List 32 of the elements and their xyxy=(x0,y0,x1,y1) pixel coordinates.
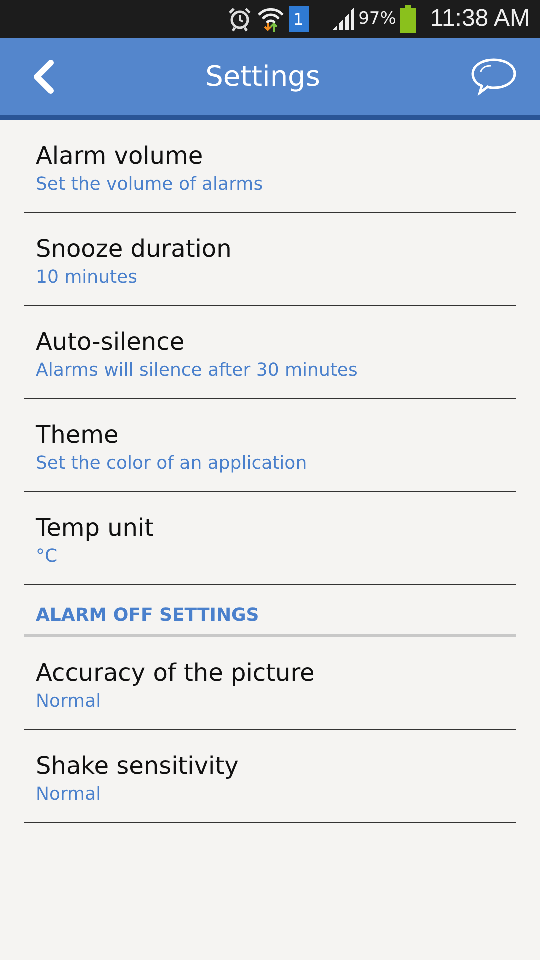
section-header: ALARM OFF SETTINGS xyxy=(36,605,260,626)
alarm-clock-icon xyxy=(226,6,253,32)
clock-time: 11:38 AM xyxy=(430,5,530,33)
sim-badge: 1 xyxy=(288,6,309,32)
settings-item[interactable]: Auto-silence Alarms will silence after 30 minutes xyxy=(24,306,516,399)
settings-item[interactable]: Snooze duration 10 minutes xyxy=(24,213,516,306)
back-icon[interactable] xyxy=(32,58,56,94)
speech-bubble-icon[interactable] xyxy=(470,56,518,96)
settings-item[interactable]: Accuracy of the picture Normal xyxy=(24,637,516,730)
settings-item[interactable]: Shake sensitivity Normal xyxy=(24,730,516,823)
settings-item[interactable]: Alarm volume Set the volume of alarms xyxy=(24,120,516,213)
battery-percent: 97% xyxy=(358,9,396,29)
setting-summary: Set the color of an application xyxy=(36,453,308,474)
setting-summary: 10 minutes xyxy=(36,267,138,288)
setting-summary: Normal xyxy=(36,691,102,712)
setting-title: Shake sensitivity xyxy=(36,752,240,780)
settings-item[interactable]: Temp unit °C xyxy=(24,492,516,585)
setting-title: Auto-silence xyxy=(36,328,186,356)
settings-item[interactable]: Theme Set the color of an application xyxy=(24,399,516,492)
setting-title: Temp unit xyxy=(36,514,156,542)
setting-title: Alarm volume xyxy=(36,142,204,170)
setting-summary: Set the volume of alarms xyxy=(36,174,264,195)
setting-summary: Normal xyxy=(36,784,102,805)
screen-title: Settings xyxy=(206,60,320,93)
wifi-icon xyxy=(256,6,285,32)
setting-title: Snooze duration xyxy=(36,235,233,263)
setting-title: Accuracy of the picture xyxy=(36,659,316,687)
setting-summary: °C xyxy=(36,546,59,567)
battery-icon xyxy=(400,5,416,33)
setting-summary: Alarms will silence after 30 minutes xyxy=(36,360,359,381)
signal-icon xyxy=(330,8,355,30)
setting-title: Theme xyxy=(36,421,120,449)
